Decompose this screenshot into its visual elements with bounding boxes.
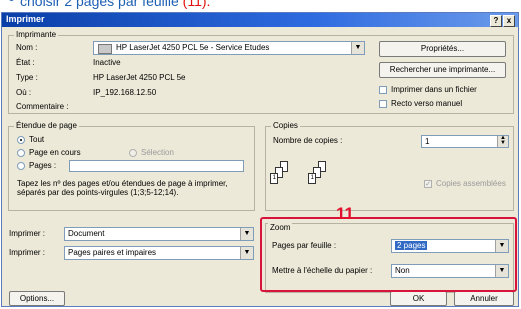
printer-type-value: HP LaserJet 4250 PCL 5e bbox=[93, 73, 186, 82]
copies-count-value: 1 bbox=[425, 137, 430, 146]
chevron-down-icon[interactable]: ▼ bbox=[351, 42, 364, 54]
print-what-value: Document bbox=[68, 229, 105, 238]
range-selection-radio[interactable] bbox=[129, 149, 137, 157]
title-bar: Imprimer ? x bbox=[2, 13, 518, 27]
spinner-arrows-icon[interactable]: ▲ ▼ bbox=[497, 135, 508, 147]
range-all-label: Tout bbox=[29, 135, 45, 144]
print-to-file-label: Imprimer dans un fichier bbox=[391, 85, 477, 94]
ok-button[interactable]: OK bbox=[390, 291, 447, 306]
copies-count-spinner[interactable]: 1 ▲ ▼ bbox=[421, 135, 509, 148]
print-select-select[interactable]: Pages paires et impaires ▼ bbox=[64, 246, 254, 260]
printer-name-value: HP LaserJet 4250 PCL 5e - Service Etudes bbox=[116, 43, 270, 52]
step-annotation: 11 bbox=[336, 204, 354, 223]
window-title: Imprimer bbox=[6, 14, 45, 24]
options-button[interactable]: Options... bbox=[9, 291, 65, 306]
caption-text: choisir 2 pages par feuille bbox=[20, 0, 179, 9]
range-all-radio[interactable] bbox=[17, 136, 25, 144]
copies-group: Copies Nombre de copies : 1 ▲ ▼ 1 1 ✓ Cop… bbox=[265, 121, 514, 211]
collate-page-icon: 1 bbox=[270, 173, 278, 184]
page-range-group: Étendue de page Tout Page en cours Sélec… bbox=[8, 121, 255, 211]
printer-icon bbox=[98, 44, 112, 54]
printer-comment-label: Commentaire : bbox=[16, 102, 69, 111]
properties-button[interactable]: Propriétés... bbox=[379, 41, 506, 57]
printer-type-label: Type : bbox=[16, 73, 38, 82]
printer-group: Imprimante Nom : HP LaserJet 4250 PCL 5e… bbox=[8, 30, 514, 114]
print-what-select[interactable]: Document ▼ bbox=[64, 227, 254, 241]
printer-where-label: Où : bbox=[16, 88, 32, 97]
range-selection-label: Sélection bbox=[141, 148, 174, 157]
duplex-checkbox[interactable] bbox=[379, 100, 387, 108]
printer-status-value: Inactive bbox=[93, 58, 121, 67]
range-current-radio[interactable] bbox=[17, 149, 25, 157]
copies-group-label: Copies bbox=[271, 121, 300, 130]
chevron-down-icon[interactable]: ▼ bbox=[240, 228, 253, 240]
range-pages-label: Pages : bbox=[29, 161, 57, 170]
caption-number: (11). bbox=[182, 0, 211, 9]
duplex-label: Recto verso manuel bbox=[391, 99, 463, 108]
range-current-label: Page en cours bbox=[29, 148, 81, 157]
bullet-icon bbox=[9, 0, 14, 1]
print-select-value: Pages paires et impaires bbox=[68, 248, 157, 257]
print-to-file-checkbox[interactable] bbox=[379, 86, 387, 94]
help-button[interactable]: ? bbox=[490, 15, 502, 27]
collate-checkbox[interactable]: ✓ bbox=[424, 180, 432, 188]
printer-where-value: IP_192.168.12.50 bbox=[93, 88, 157, 97]
chevron-down-icon[interactable]: ▼ bbox=[240, 247, 253, 259]
zoom-highlight-box bbox=[260, 217, 517, 292]
print-select-label: Imprimer : bbox=[9, 248, 45, 257]
close-button[interactable]: x bbox=[503, 15, 515, 27]
pages-input[interactable] bbox=[69, 160, 244, 172]
page-range-group-label: Étendue de page bbox=[14, 121, 79, 130]
printer-group-label: Imprimante bbox=[14, 30, 59, 39]
copies-count-label: Nombre de copies : bbox=[273, 136, 343, 145]
collate-label: Copies assemblées bbox=[436, 179, 506, 188]
printer-name-select[interactable]: HP LaserJet 4250 PCL 5e - Service Etudes… bbox=[93, 41, 365, 55]
cancel-button[interactable]: Annuler bbox=[454, 291, 514, 306]
collate-page-icon: 1 bbox=[308, 173, 316, 184]
range-pages-radio[interactable] bbox=[17, 162, 25, 170]
find-printer-button[interactable]: Rechercher une imprimante... bbox=[379, 62, 506, 78]
printer-name-label: Nom : bbox=[16, 43, 38, 52]
print-what-label: Imprimer : bbox=[9, 229, 45, 238]
range-hint: Tapez les nº des pages et/ou étendues de… bbox=[17, 179, 228, 197]
printer-status-label: État : bbox=[16, 58, 35, 67]
